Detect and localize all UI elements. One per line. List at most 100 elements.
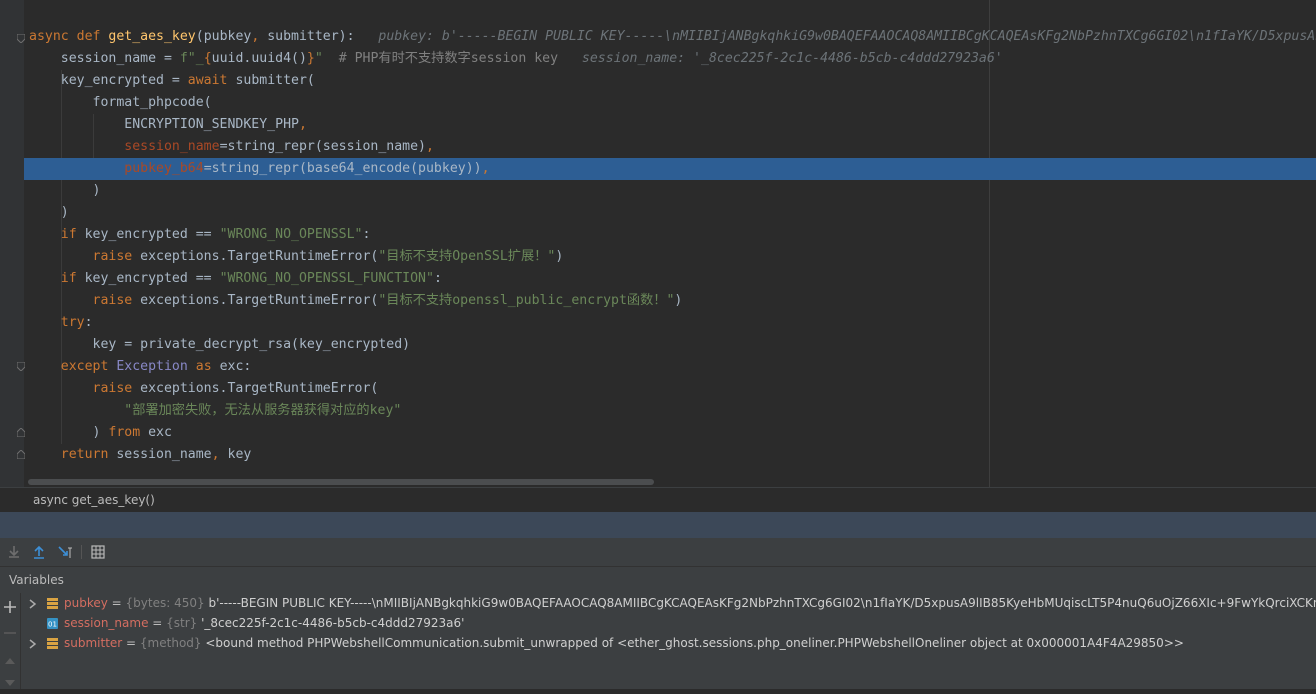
- code-token: if: [29, 271, 85, 286]
- variables-tree: pubkey = {bytes: 450} b'-----BEGIN PUBLI…: [21, 593, 1316, 689]
- fold-end-icon[interactable]: [17, 428, 25, 437]
- variable-type: {bytes: 450}: [125, 596, 205, 610]
- code-line[interactable]: session_name=string_repr(session_name),: [29, 136, 1316, 158]
- code-token: except: [29, 359, 117, 374]
- code-token: ): [674, 293, 683, 308]
- variables-panel-title: Variables: [9, 573, 64, 587]
- code-line[interactable]: ) from exc: [29, 422, 1316, 444]
- variable-equals: =: [122, 636, 140, 650]
- code-line[interactable]: "部署加密失败，无法从服务器获得对应的key": [29, 400, 1316, 422]
- code-line[interactable]: if key_encrypted == "WRONG_NO_OPENSSL_FU…: [29, 268, 1316, 290]
- variable-equals: =: [148, 616, 167, 630]
- code-line[interactable]: pubkey_b64=string_repr(base64_encode(pub…: [29, 158, 1316, 180]
- fold-icon[interactable]: [17, 362, 25, 371]
- code-token: pubkey_b64: [124, 161, 204, 176]
- code-line[interactable]: try:: [29, 312, 1316, 334]
- code-line[interactable]: return session_name, key: [29, 444, 1316, 466]
- code-line[interactable]: if key_encrypted == "WRONG_NO_OPENSSL":: [29, 224, 1316, 246]
- code-token: exceptions.TargetRuntimeError(: [140, 381, 379, 396]
- code-token: session_name: [124, 139, 220, 154]
- fold-end-icon[interactable]: [17, 450, 25, 459]
- code-token: =string_repr(session_name): [219, 139, 426, 154]
- svg-text:01: 01: [48, 621, 57, 629]
- code-token: exceptions.TargetRuntimeError(: [140, 249, 379, 264]
- method-icon: [47, 638, 58, 649]
- download-icon[interactable]: [6, 544, 22, 560]
- move-down-icon[interactable]: [3, 675, 17, 689]
- code-token: ): [29, 183, 101, 198]
- code-line[interactable]: except Exception as exc:: [29, 356, 1316, 378]
- variable-equals: =: [107, 596, 126, 610]
- code-token: "目标不支持OpenSSL扩展！": [378, 249, 556, 264]
- code-line[interactable]: ): [29, 180, 1316, 202]
- step-into-icon[interactable]: [57, 544, 73, 560]
- code-token: raise: [29, 381, 141, 396]
- upload-icon[interactable]: [31, 544, 47, 560]
- breadcrumb[interactable]: async get_aes_key(): [33, 493, 155, 507]
- code-token: ,: [426, 139, 434, 154]
- code-token: submitter(: [235, 73, 315, 88]
- inline-debug-value: session_name: '_8cec225f-2c1c-4486-b5cb-…: [573, 51, 1003, 66]
- code-token: f"_: [179, 51, 204, 66]
- code-token: session_name =: [29, 51, 180, 66]
- move-up-icon[interactable]: [3, 653, 17, 667]
- variable-value: b'-----BEGIN PUBLIC KEY-----\nMIIBIjANBg…: [204, 596, 1316, 610]
- code-token: =string_repr(base64_encode(pubkey)): [203, 161, 482, 176]
- code-token: ): [555, 249, 564, 264]
- str-icon: 01: [47, 618, 58, 629]
- code-line[interactable]: ): [29, 202, 1316, 224]
- code-token: "WRONG_NO_OPENSSL_FUNCTION": [219, 271, 434, 286]
- code-line[interactable]: format_phpcode(: [29, 92, 1316, 114]
- code-token: raise: [29, 249, 141, 264]
- code-editor[interactable]: async def get_aes_key(pubkey, submitter)…: [0, 0, 1316, 487]
- code-token: # PHP有时不支持数字session key: [338, 51, 559, 66]
- fold-icon[interactable]: [17, 34, 25, 43]
- code-token: ": [314, 51, 323, 66]
- code-line[interactable]: async def get_aes_key(pubkey, submitter)…: [29, 26, 1316, 48]
- code-token: ,: [211, 447, 228, 462]
- code-token: submitter):: [267, 29, 371, 44]
- code-token: try: [29, 315, 85, 330]
- variables-side-toolbar: [0, 593, 21, 689]
- breadcrumb-bar: async get_aes_key(): [0, 487, 1316, 513]
- code-line[interactable]: key = private_decrypt_rsa(key_encrypted): [29, 334, 1316, 356]
- bytes-icon: [47, 598, 58, 609]
- code-line[interactable]: raise exceptions.TargetRuntimeError("目标不…: [29, 290, 1316, 312]
- table-view-icon[interactable]: [90, 544, 106, 560]
- code-token: Exception: [116, 359, 196, 374]
- code-line[interactable]: key_encrypted = await submitter(: [29, 70, 1316, 92]
- expand-arrow-icon[interactable]: [27, 598, 37, 609]
- code-token: {: [203, 51, 212, 66]
- variable-row-submitter[interactable]: submitter = {method} <bound method PHPWe…: [21, 634, 1316, 654]
- code-line[interactable]: raise exceptions.TargetRuntimeError(: [29, 378, 1316, 400]
- code-content[interactable]: async def get_aes_key(pubkey, submitter)…: [29, 26, 1316, 466]
- add-icon[interactable]: [3, 599, 17, 613]
- editor-gutter[interactable]: [0, 0, 25, 487]
- code-token: key: [227, 447, 252, 462]
- code-line[interactable]: raise exceptions.TargetRuntimeError("目标不…: [29, 246, 1316, 268]
- remove-icon[interactable]: [3, 625, 17, 639]
- expand-arrow-icon[interactable]: [27, 638, 37, 649]
- toolbar-separator: [81, 545, 82, 559]
- code-line[interactable]: ENCRYPTION_SENDKEY_PHP,: [29, 114, 1316, 136]
- panel-splitter[interactable]: [0, 512, 1316, 538]
- horizontal-scrollbar[interactable]: [28, 479, 654, 485]
- code-token: "目标不支持openssl_public_encrypt函数！": [378, 293, 675, 308]
- debug-toolbar: [0, 538, 1316, 567]
- variable-row-pubkey[interactable]: pubkey = {bytes: 450} b'-----BEGIN PUBLI…: [21, 594, 1316, 614]
- code-token: uuid.uuid4(): [211, 51, 307, 66]
- code-token: ,: [251, 29, 268, 44]
- variable-value: '_8cec225f-2c1c-4486-b5cb-c4ddd27923a6': [197, 616, 465, 630]
- code-token: :: [433, 271, 442, 286]
- code-token: ENCRYPTION_SENDKEY_PHP: [29, 117, 299, 132]
- code-token: from: [108, 425, 149, 440]
- code-token: ): [29, 425, 109, 440]
- code-token: ,: [298, 117, 307, 132]
- code-line[interactable]: session_name = f"_{uuid.uuid4()}" # PHP有…: [29, 48, 1316, 70]
- variable-row-session-name[interactable]: 01 session_name = {str} '_8cec225f-2c1c-…: [21, 614, 1316, 634]
- code-token: key_encrypted ==: [84, 227, 220, 242]
